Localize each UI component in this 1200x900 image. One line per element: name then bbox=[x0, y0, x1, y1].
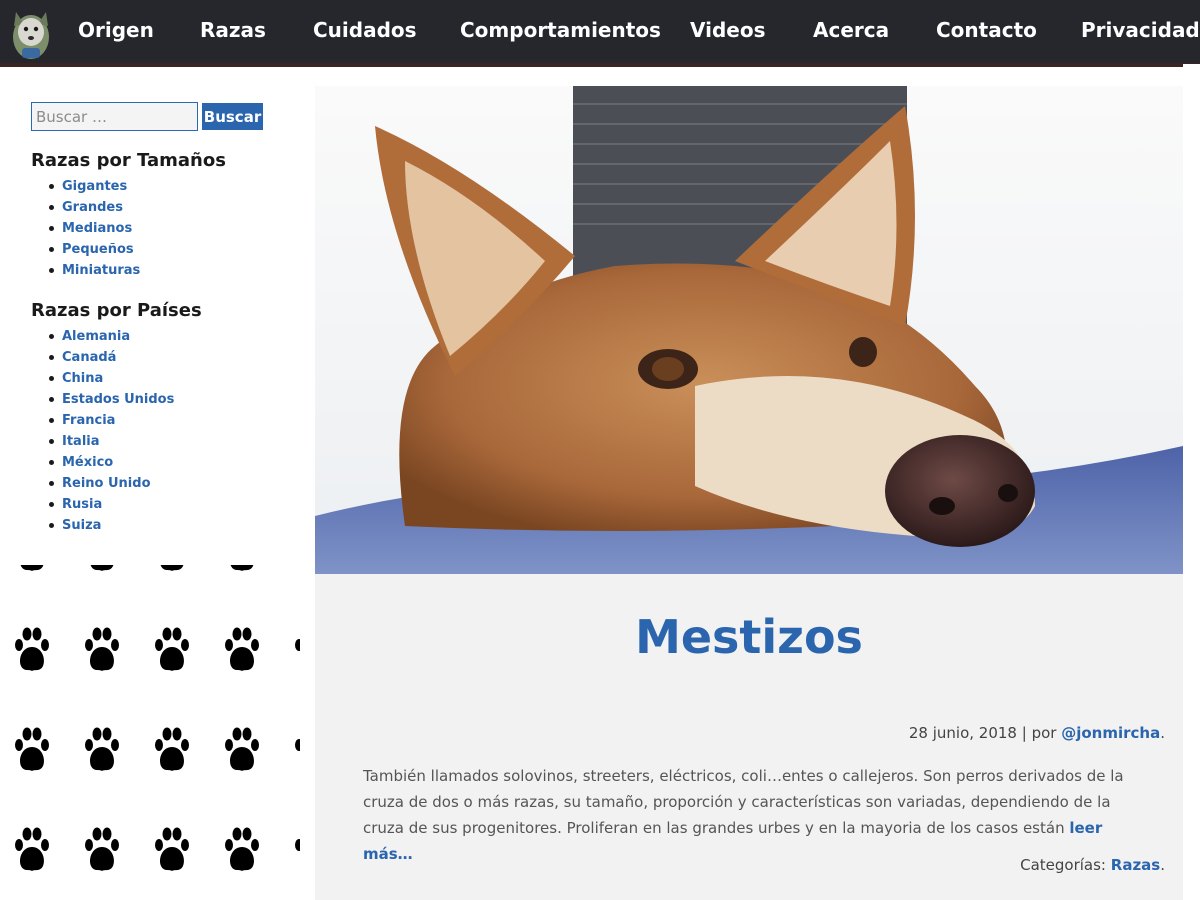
paw-icon bbox=[225, 727, 259, 771]
nav-item-comportamientos[interactable]: Comportamientos bbox=[460, 18, 661, 42]
category-link[interactable]: Razas bbox=[1111, 856, 1160, 874]
article-by: | por bbox=[1021, 724, 1057, 742]
paw-icon bbox=[15, 627, 49, 671]
paw-icon bbox=[85, 627, 119, 671]
country-link-alemania[interactable]: Alemania bbox=[47, 326, 174, 347]
country-link-reino-unido[interactable]: Reino Unido bbox=[47, 473, 174, 494]
country-link-francia[interactable]: Francia bbox=[47, 410, 174, 431]
paw-icon bbox=[20, 565, 44, 571]
paw-icon bbox=[295, 839, 300, 851]
paw-icon bbox=[295, 639, 300, 651]
dog-photo bbox=[315, 86, 1183, 574]
article-excerpt: También llamados solovinos, streeters, e… bbox=[363, 763, 1153, 867]
paw-icon bbox=[295, 739, 300, 751]
nav-item-contacto[interactable]: Contacto bbox=[936, 18, 1037, 42]
nav-item-origen[interactable]: Origen bbox=[78, 18, 154, 42]
country-link-canada[interactable]: Canadá bbox=[47, 347, 174, 368]
article-categories: Categorías: Razas. bbox=[1020, 856, 1165, 874]
paw-icon bbox=[85, 727, 119, 771]
size-link-pequenos[interactable]: Pequeños bbox=[47, 239, 140, 260]
categories-label: Categorías: bbox=[1020, 856, 1106, 874]
page-edge bbox=[1183, 64, 1200, 382]
paw-icon bbox=[225, 827, 259, 871]
top-navbar: Origen Razas Cuidados Comportamientos Vi… bbox=[0, 0, 1200, 67]
paw-icon bbox=[155, 627, 189, 671]
article-date: 28 junio, 2018 bbox=[908, 724, 1017, 742]
paw-icon bbox=[230, 565, 254, 571]
nav-item-acerca[interactable]: Acerca bbox=[813, 18, 889, 42]
categories-period: . bbox=[1160, 856, 1165, 874]
size-link-grandes[interactable]: Grandes bbox=[47, 197, 140, 218]
meta-period: . bbox=[1160, 724, 1165, 742]
paw-icon bbox=[90, 565, 114, 571]
paw-icon bbox=[15, 827, 49, 871]
country-link-estados-unidos[interactable]: Estados Unidos bbox=[47, 389, 174, 410]
size-link-miniaturas[interactable]: Miniaturas bbox=[47, 260, 140, 281]
excerpt-text: También llamados solovinos, streeters, e… bbox=[363, 767, 1124, 837]
paw-icon bbox=[15, 727, 49, 771]
country-link-mexico[interactable]: México bbox=[47, 452, 174, 473]
paw-icon bbox=[225, 627, 259, 671]
country-link-rusia[interactable]: Rusia bbox=[47, 494, 174, 515]
article-meta: 28 junio, 2018 | por @jonmircha. bbox=[909, 724, 1165, 742]
paw-icon bbox=[85, 827, 119, 871]
country-link-suiza[interactable]: Suiza bbox=[47, 515, 174, 536]
paw-icon bbox=[160, 565, 184, 571]
size-link-medianos[interactable]: Medianos bbox=[47, 218, 140, 239]
paw-icon bbox=[155, 827, 189, 871]
country-link-italia[interactable]: Italia bbox=[47, 431, 174, 452]
paw-icon bbox=[155, 727, 189, 771]
paw-pattern bbox=[0, 565, 300, 900]
sizes-list: Gigantes Grandes Medianos Pequeños Minia… bbox=[47, 176, 140, 281]
article-card: Mestizos 28 junio, 2018 | por @jonmircha… bbox=[315, 574, 1183, 900]
nav-item-razas[interactable]: Razas bbox=[200, 18, 266, 42]
search-button[interactable]: Buscar bbox=[202, 103, 263, 130]
site-logo-icon[interactable] bbox=[10, 4, 52, 60]
countries-heading: Razas por Países bbox=[31, 300, 202, 321]
search-input[interactable] bbox=[31, 102, 198, 131]
size-link-gigantes[interactable]: Gigantes bbox=[47, 176, 140, 197]
sizes-heading: Razas por Tamaños bbox=[31, 150, 226, 171]
nav-item-videos[interactable]: Videos bbox=[690, 18, 766, 42]
countries-list: Alemania Canadá China Estados Unidos Fra… bbox=[47, 326, 174, 536]
nav-item-cuidados[interactable]: Cuidados bbox=[313, 18, 417, 42]
author-link[interactable]: @jonmircha bbox=[1061, 724, 1160, 742]
paw-icon bbox=[294, 565, 300, 575]
article-title[interactable]: Mestizos bbox=[315, 610, 1183, 664]
navbar-divider bbox=[0, 63, 1200, 67]
country-link-china[interactable]: China bbox=[47, 368, 174, 389]
nav-item-privacidad[interactable]: Privacidad bbox=[1081, 18, 1200, 42]
